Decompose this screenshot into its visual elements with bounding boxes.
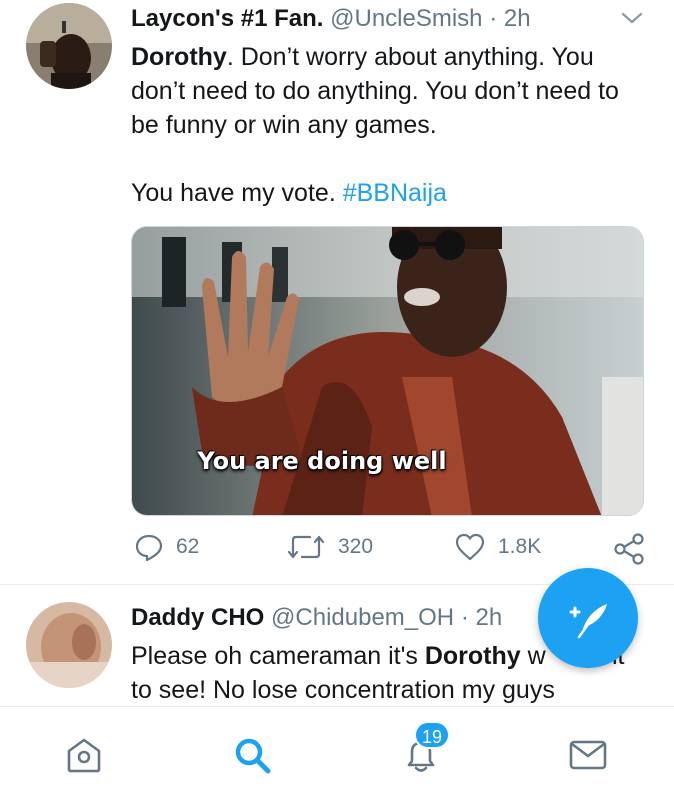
avatar[interactable] [26,602,112,688]
text-segment: You have my vote. [131,179,343,207]
nav-search[interactable] [230,733,274,777]
gif-caption: You are doing well [197,447,447,475]
text-segment: Please oh cameraman it's [131,642,425,670]
retweet-button[interactable]: 320 [286,532,373,562]
nav-home[interactable] [62,733,106,777]
hashtag-link[interactable]: #BBNaija [343,179,447,207]
mention-bold: Dorothy [424,642,521,670]
timestamp[interactable]: 2h [504,5,531,32]
like-count: 1.8K [498,535,542,558]
like-button[interactable]: 1.8K [454,532,541,562]
share-icon [614,533,644,565]
timestamp[interactable]: 2h [475,604,502,631]
compose-feather-icon [569,604,607,639]
notification-badge: 19 [414,721,451,749]
bottom-nav [0,706,674,795]
text-segment: w [520,642,546,670]
display-name[interactable]: Daddy CHO [131,604,264,631]
tweet-text-paragraph: You have my vote. #BBNaija [131,176,651,210]
user-handle[interactable]: @Chidubem_OH [271,604,454,631]
media-gif[interactable]: You are doing well [131,226,644,516]
display-name[interactable]: Laycon's #1 Fan. [131,5,323,32]
reply-count: 62 [176,535,200,558]
nav-messages[interactable] [566,733,610,777]
reply-button[interactable]: 62 [134,532,199,562]
separator: · [460,604,469,631]
tweet[interactable]: Laycon's #1 Fan. @UncleSmish · 2h Doroth… [0,0,674,585]
share-button[interactable] [612,532,646,566]
avatar[interactable] [26,3,112,89]
separator: · [489,5,498,32]
retweet-icon [287,535,325,559]
tweet-header: Daddy CHO @Chidubem_OH · 2h [131,603,502,633]
user-handle[interactable]: @UncleSmish [330,5,482,32]
tweet-actions: 62 320 1.8K [0,532,674,572]
tweet-text-paragraph: to see! No lose concentration my guys [131,676,555,704]
retweet-count: 320 [338,535,374,558]
reply-icon [135,534,163,562]
chevron-down-icon[interactable] [620,8,644,33]
tweet-text-paragraph: Dorothy. Don’t worry about anything. You… [131,40,651,142]
heart-icon [455,533,485,561]
home-icon [67,738,101,773]
search-icon [235,738,271,774]
messages-icon [569,740,607,770]
tweet-text: Dorothy. Don’t worry about anything. You… [131,40,651,210]
compose-tweet-button[interactable] [538,568,638,668]
tweet-header: Laycon's #1 Fan. @UncleSmish · 2h [131,4,531,34]
mention-bold: Dorothy [131,43,227,71]
